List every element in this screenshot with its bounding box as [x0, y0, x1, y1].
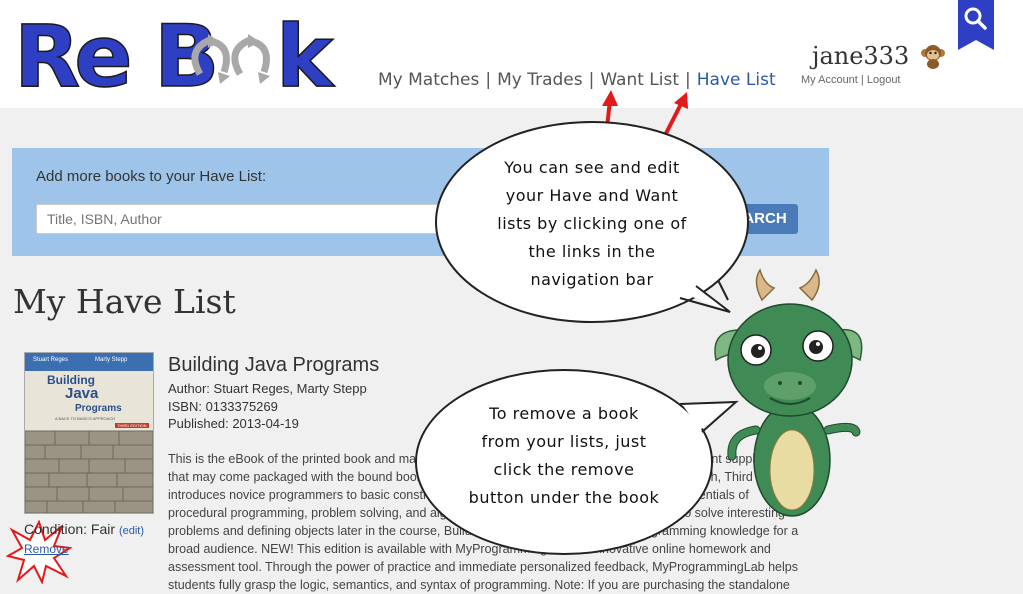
nav-tip-line: the links in the: [528, 242, 656, 261]
remove-tip-line: click the remove: [493, 460, 635, 479]
nav-tip-text: You can see and edit your Have and Want …: [470, 154, 714, 294]
remove-tip-line: button under the book: [468, 488, 660, 507]
remove-tip-line: from your lists, just: [481, 432, 647, 451]
dragon-mascot-icon: [714, 268, 863, 517]
remove-tip-text: To remove a book from your lists, just c…: [452, 400, 676, 512]
nav-tip-line: your Have and Want: [505, 186, 679, 205]
nav-tip-line: navigation bar: [530, 270, 654, 289]
nav-tip-line: lists by clicking one of: [497, 214, 687, 233]
nav-tip-line: You can see and edit: [504, 158, 680, 177]
remove-tip-line: To remove a book: [489, 404, 639, 423]
